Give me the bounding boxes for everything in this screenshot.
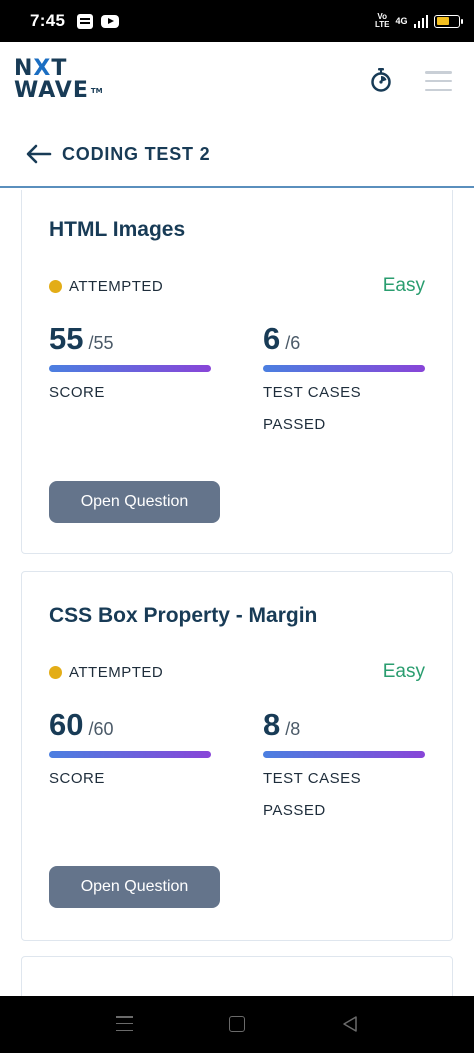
system-nav-bar xyxy=(0,996,474,1053)
score-value: 55 xyxy=(49,321,84,356)
back-arrow-icon[interactable] xyxy=(26,144,52,164)
menu-icon[interactable] xyxy=(425,71,452,91)
tests-progress-bar xyxy=(263,751,425,758)
tests-label-line2: PASSED xyxy=(263,416,326,433)
question-status: ATTEMPTED xyxy=(49,664,163,681)
question-title: CSS Box Property - Margin xyxy=(49,604,318,627)
score-total: /60 xyxy=(88,719,114,739)
question-card xyxy=(21,956,453,996)
battery-level xyxy=(436,17,450,25)
score-total: /55 xyxy=(88,333,114,353)
score-progress-bar xyxy=(49,751,211,758)
score-metric: 60 /60 SCORE xyxy=(49,707,211,787)
score-label: SCORE xyxy=(49,770,105,787)
open-question-button[interactable]: Open Question xyxy=(49,481,220,523)
tests-label-line1: TEST CASES xyxy=(263,770,362,787)
question-card: CSS Box Property - Margin ATTEMPTED Easy… xyxy=(21,571,453,941)
score-value: 60 xyxy=(49,707,84,742)
test-cases-metric: 6 /6 TEST CASES PASSED xyxy=(263,321,425,433)
status-time: 7:45 xyxy=(30,11,66,30)
status-label: ATTEMPTED xyxy=(69,278,164,295)
recent-apps-icon[interactable] xyxy=(116,1016,133,1031)
volte-indicator: Vo LTE xyxy=(374,12,390,29)
score-metric: 55 /55 SCORE xyxy=(49,321,211,401)
status-bar: 7:45 Vo LTE 4G xyxy=(0,0,474,42)
battery-icon xyxy=(434,14,463,28)
signal-icon xyxy=(413,14,428,28)
difficulty-label: Easy xyxy=(382,275,425,296)
tests-label-line1: TEST CASES xyxy=(263,384,362,401)
app-header: NXT WAVE TM xyxy=(0,42,474,122)
score-progress-bar xyxy=(49,365,211,372)
question-status: ATTEMPTED xyxy=(49,278,163,295)
document-icon xyxy=(77,13,94,29)
test-cases-metric: 8 /8 TEST CASES PASSED xyxy=(263,707,425,819)
tests-label-line2: PASSED xyxy=(263,802,326,819)
question-list[interactable]: HTML Images ATTEMPTED Easy 55 /55 SCORE … xyxy=(0,190,474,996)
youtube-icon xyxy=(101,14,120,28)
test-title: CODING TEST 2 xyxy=(62,143,211,164)
test-title-bar: CODING TEST 2 xyxy=(0,122,474,188)
timer-icon[interactable] xyxy=(370,68,392,92)
tests-total: /6 xyxy=(285,333,301,353)
question-title: HTML Images xyxy=(49,218,186,241)
score-label: SCORE xyxy=(49,384,105,401)
nxtwave-logo[interactable]: NXT WAVE TM xyxy=(14,58,103,102)
status-label: ATTEMPTED xyxy=(69,664,164,681)
status-dot xyxy=(49,280,62,293)
open-question-button[interactable]: Open Question xyxy=(49,866,220,908)
home-icon[interactable] xyxy=(229,1016,245,1032)
network-type: 4G xyxy=(395,16,408,26)
question-card: HTML Images ATTEMPTED Easy 55 /55 SCORE … xyxy=(21,190,453,554)
tests-passed-value: 6 xyxy=(263,321,281,356)
status-dot xyxy=(49,666,62,679)
tests-total: /8 xyxy=(285,719,301,739)
tests-progress-bar xyxy=(263,365,425,372)
back-icon[interactable] xyxy=(342,1015,358,1033)
tests-passed-value: 8 xyxy=(263,707,281,742)
difficulty-label: Easy xyxy=(382,661,425,682)
